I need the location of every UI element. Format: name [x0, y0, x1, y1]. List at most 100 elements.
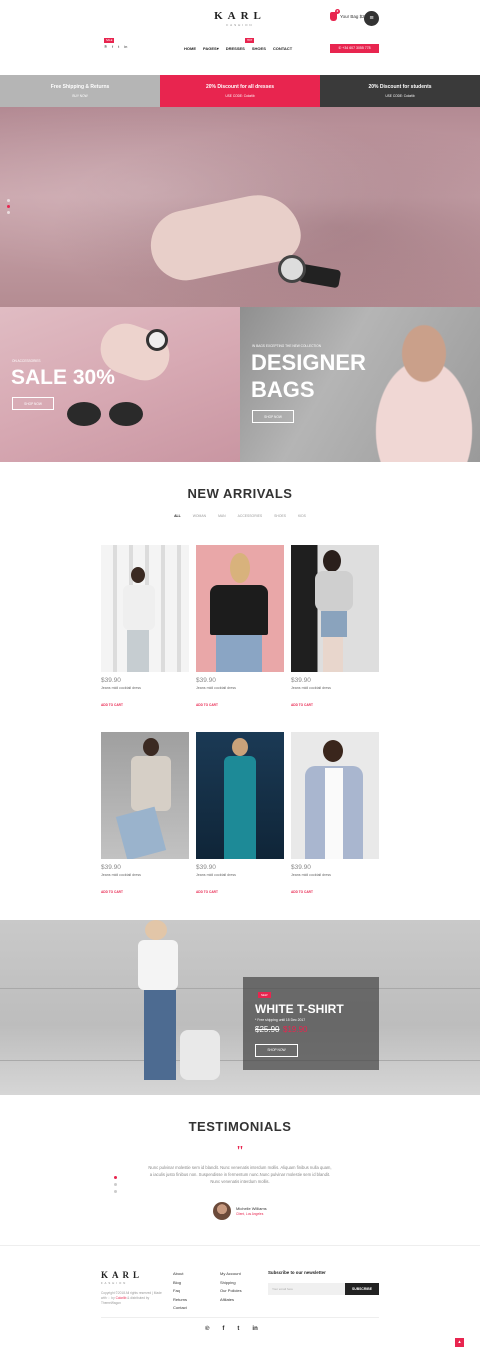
cart-link[interactable]: 2 Your Bag $20 [330, 9, 367, 21]
nav-shoes[interactable]: SHOES [252, 46, 266, 51]
footer-link-account[interactable]: My Account [220, 1271, 242, 1276]
product-card[interactable]: $39.90 Jeans midi cocktail dress ADD TO … [101, 545, 189, 707]
newsletter-title: Subscribe to our newsletter [268, 1270, 326, 1275]
footer-link-about[interactable]: About [173, 1271, 187, 1276]
shop-now-button[interactable]: SHOP NOW [12, 397, 54, 410]
product-name[interactable]: Jeans midi cocktail dress [196, 873, 284, 877]
filter-woman[interactable]: WOMAN [193, 514, 206, 518]
footer-divider [0, 1245, 480, 1246]
promo-free-shipping[interactable]: Free Shipping & Returns BUY NOW [0, 75, 160, 107]
facebook-icon[interactable]: f [112, 44, 113, 49]
footer-logo-subtitle: FASHION [101, 1281, 128, 1285]
banner-title: SALE 30% [11, 366, 115, 389]
newsletter-email-input[interactable]: Your email here [268, 1283, 345, 1295]
accessories-banner[interactable]: ON ACCESSORIES SALE 30% SHOP NOW [0, 307, 240, 462]
slider-dot[interactable] [7, 199, 10, 202]
footer-link-shipping[interactable]: Shipping [220, 1280, 242, 1285]
nav-pages-label: PAGES [203, 46, 217, 51]
sunglasses [67, 402, 147, 428]
filter-man[interactable]: MAN [218, 514, 226, 518]
promo-dresses-discount[interactable]: 20% Discount for all dresses USE CODE: C… [160, 75, 320, 107]
footer-link-blog[interactable]: Blog [173, 1280, 187, 1285]
hamburger-icon[interactable]: ≡ [364, 11, 379, 26]
add-to-cart-button[interactable]: ADD TO CART [196, 703, 284, 707]
promo-students-discount[interactable]: 20% Discount for students USE CODE: Colo… [320, 75, 480, 107]
promo-sub: USE CODE: Colorlib [385, 94, 415, 98]
product-price: $39.90 [291, 864, 311, 871]
promo-sub: BUY NOW [72, 94, 88, 98]
product-name[interactable]: Jeans midi cocktail dress [291, 686, 379, 690]
promo-title: Free Shipping & Returns [50, 84, 110, 90]
shop-now-button[interactable]: SHOP NOW [255, 1044, 298, 1057]
logo-text: KARL [214, 10, 266, 22]
filter-shoes[interactable]: SHOES [274, 514, 286, 518]
filter-all[interactable]: ALL [174, 514, 181, 518]
add-to-cart-button[interactable]: ADD TO CART [101, 890, 189, 894]
facebook-icon[interactable]: f [222, 1326, 224, 1332]
model-tshirt [138, 940, 178, 990]
footer-link-contact[interactable]: Contact [173, 1305, 187, 1310]
product-name[interactable]: Jeans midi cocktail dress [101, 686, 189, 690]
twitter-icon[interactable]: t [237, 1326, 239, 1332]
product-image[interactable] [101, 732, 189, 859]
pinterest-icon[interactable]: ℗ [205, 1326, 209, 1332]
product-card[interactable]: $39.90 Jeans midi cocktail dress ADD TO … [196, 545, 284, 707]
product-name[interactable]: Jeans midi cocktail dress [196, 686, 284, 690]
logo[interactable]: KARL FASHION [200, 10, 280, 27]
pinterest-icon[interactable]: ℗ [104, 44, 107, 49]
logo-subtitle: FASHION [226, 23, 254, 27]
add-to-cart-button[interactable]: ADD TO CART [291, 890, 379, 894]
product-card[interactable]: $39.90 Jeans midi cocktail dress ADD TO … [291, 732, 379, 894]
slider-dot-active[interactable] [7, 205, 10, 208]
add-to-cart-button[interactable]: ADD TO CART [196, 890, 284, 894]
product-image[interactable] [291, 732, 379, 859]
hero-slider[interactable] [0, 107, 480, 307]
new-tag: NEW [258, 992, 271, 998]
product-card[interactable]: $39.90 Jeans midi cocktail dress ADD TO … [101, 732, 189, 894]
phone-button[interactable]: ✆ +34 607 3055 778 [330, 44, 379, 53]
product-image[interactable] [196, 545, 284, 672]
filter-kids[interactable]: KIDS [298, 514, 306, 518]
author-location: Client, Los Angeles [236, 1212, 264, 1216]
cart-count: 2 [335, 9, 340, 14]
footer-logo[interactable]: KARL FASHION [101, 1270, 143, 1285]
product-price: $39.90 [101, 677, 121, 684]
section-title-new-arrivals: NEW ARRIVALS [187, 486, 293, 501]
slider-dot-active[interactable] [114, 1176, 117, 1179]
shop-now-button[interactable]: SHOP NOW [252, 410, 294, 423]
product-card[interactable]: $39.90 Jeans midi cocktail dress ADD TO … [291, 545, 379, 707]
subscribe-button[interactable]: SUBSCRIBE [345, 1283, 379, 1295]
slider-dot[interactable] [114, 1190, 117, 1193]
scroll-top-icon[interactable]: ▴ [455, 1338, 464, 1347]
footer-link-affiliates[interactable]: Afiliates [220, 1297, 242, 1302]
banner-title-line1: DESIGNER [251, 350, 366, 375]
add-to-cart-button[interactable]: ADD TO CART [291, 703, 379, 707]
product-name[interactable]: Jeans midi cocktail dress [101, 873, 189, 877]
product-image[interactable] [101, 545, 189, 672]
footer-link-policies[interactable]: Our Policies [220, 1288, 242, 1293]
linkedin-icon[interactable]: in [252, 1326, 257, 1332]
product-price: $39.90 [196, 677, 216, 684]
product-image[interactable] [196, 732, 284, 859]
section-title-testimonials: TESTIMONIALS [188, 1119, 292, 1134]
nav-home[interactable]: HOME [184, 46, 196, 51]
slider-dot[interactable] [114, 1183, 117, 1186]
promo-title: WHITE T-SHIRT [255, 1002, 344, 1016]
colorlib-link[interactable]: Colorlib [116, 1296, 127, 1300]
product-image[interactable] [291, 545, 379, 672]
nav-contact[interactable]: CONTACT [273, 46, 292, 51]
twitter-icon[interactable]: t [118, 44, 119, 49]
bags-banner[interactable]: IN BAGS EXCEPTING THE NEW COLLECTION DES… [240, 307, 480, 462]
product-name[interactable]: Jeans midi cocktail dress [291, 873, 379, 877]
nav-pages[interactable]: PAGES▾ [203, 46, 219, 51]
slider-dot[interactable] [7, 211, 10, 214]
nav-dresses[interactable]: DRESSES [226, 46, 245, 51]
filter-accessories[interactable]: ACCESSORIES [238, 514, 263, 518]
product-card[interactable]: $39.90 Jeans midi cocktail dress ADD TO … [196, 732, 284, 894]
category-filters: ALL WOMAN MAN ACCESSORIES SHOES KIDS [0, 514, 480, 518]
linkedin-icon[interactable]: in [124, 44, 127, 49]
promo-sub: USE CODE: Colorlib [225, 94, 255, 98]
footer-link-faq[interactable]: Faq [173, 1288, 187, 1293]
footer-link-returns[interactable]: Returns [173, 1297, 187, 1302]
add-to-cart-button[interactable]: ADD TO CART [101, 703, 189, 707]
